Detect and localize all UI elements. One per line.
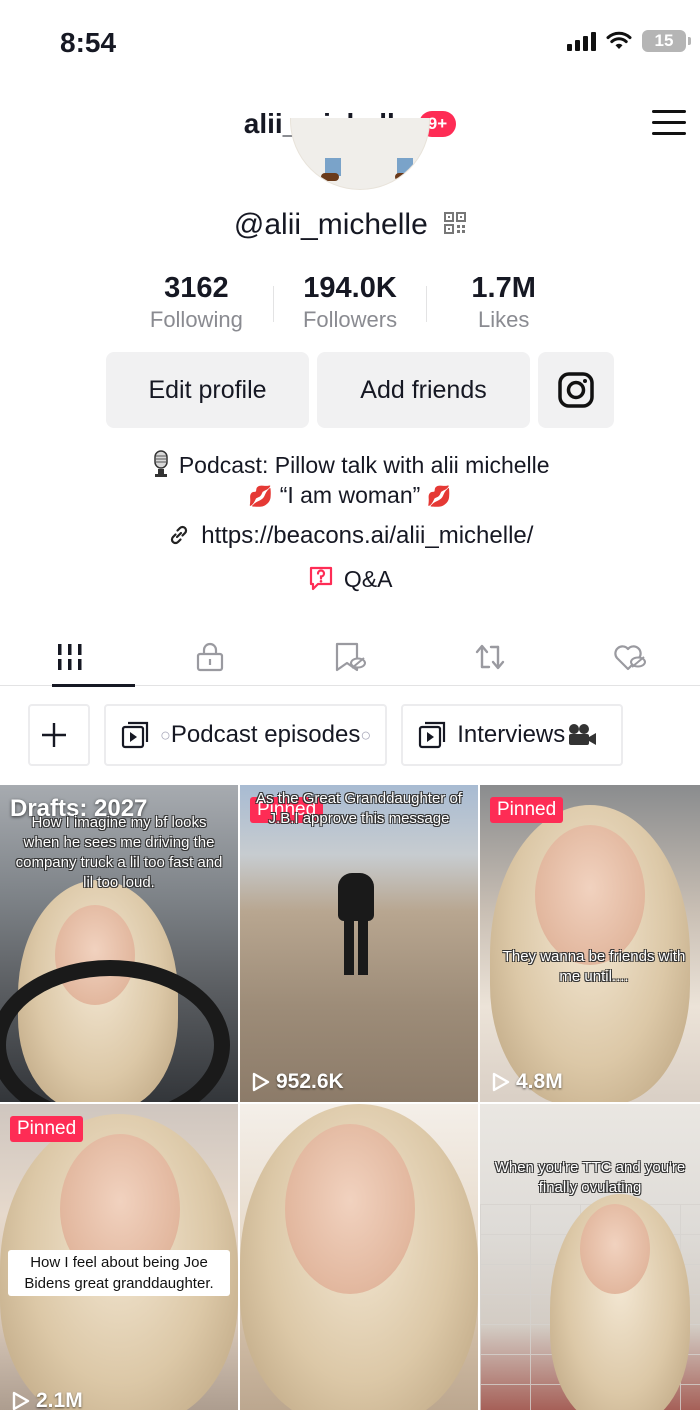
status-bar: 8:54 15 [0,0,700,88]
video-grid: Drafts: 2027 How I imagine my bf looks w… [0,785,700,1410]
video-thumbnail[interactable]: Pinned As the Great Granddaughter of J.B… [240,785,478,1102]
bubbles-icon: ○ [360,724,372,745]
lock-icon [196,642,224,672]
movie-camera-icon [569,724,597,745]
view-count-text: 952.6K [276,1070,344,1093]
pinned-badge: Pinned [10,1116,84,1142]
bio: Podcast: Pillow talk with alii michelle … [0,450,700,512]
grid-icon [58,644,82,670]
collection-label: Interviews [457,721,566,748]
bio-podcast-text: Podcast: Pillow talk with alii michelle [178,452,550,478]
stat-value: 3162 [164,272,229,304]
bubbles-icon: ○ [160,724,171,745]
video-thumbnail[interactable] [240,1104,478,1410]
bio-link-text: https://beacons.ai/alii_michelle/ [201,522,534,549]
profile-handle: @alii_michelle [233,208,428,241]
bio-link[interactable]: https://beacons.ai/alii_michelle/ [0,522,700,550]
tab-liked[interactable] [560,628,700,686]
bio-quote-text: “I am woman” [279,482,421,508]
view-count: 4.8M [492,1070,563,1094]
view-count: 952.6K [252,1070,344,1094]
question-icon [309,567,332,591]
stat-following[interactable]: 3162 Following [120,272,273,334]
plus-icon [42,723,66,747]
add-collection-button[interactable] [28,704,90,766]
pinned-badge: Pinned [490,797,564,823]
kiss-lips-icon: 💋 [248,486,274,508]
wifi-icon [606,31,632,49]
collection-label: Podcast episodes [170,721,361,748]
tab-videos[interactable] [0,628,140,687]
view-count: 2.1M [12,1389,83,1410]
edit-profile-button[interactable]: Edit profile [106,352,309,428]
video-caption: How I feel about being Joe Bidens great … [8,1250,230,1296]
stat-followers[interactable]: 194.0K Followers [274,272,427,334]
play-icon [252,1072,270,1092]
video-caption: How I imagine my bf looks when he sees m… [15,814,223,891]
video-thumbnail[interactable]: Drafts: 2027 How I imagine my bf looks w… [0,785,238,1102]
collection-interviews[interactable]: Interviews [401,704,624,766]
avatar[interactable] [290,118,430,190]
qr-code-icon[interactable] [444,212,467,235]
microphone-icon [154,450,169,477]
qa-link[interactable]: Q&A [0,566,700,593]
collection-podcast-episodes[interactable]: ○ Podcast episodes ○ [104,704,388,766]
add-friends-button[interactable]: Add friends [317,352,530,428]
video-caption: When you're TTC and you're finally ovula… [494,1159,686,1196]
video-thumbnail[interactable]: Pinned They wanna be friends with me unt… [480,785,700,1102]
view-count-text: 4.8M [516,1070,563,1093]
play-icon [492,1072,510,1092]
heart-hidden-icon [614,645,646,671]
repost-icon [475,644,505,670]
collections-bar: ○ Podcast episodes ○ Interviews [28,704,624,766]
stat-value: 1.7M [471,272,536,304]
play-icon [12,1391,30,1410]
view-count-text: 2.1M [36,1389,83,1410]
tab-private[interactable] [140,628,280,686]
bookmark-hidden-icon [335,642,366,672]
profile-tabs [0,628,700,687]
tab-reposts[interactable] [420,628,560,686]
stat-label: Followers [302,307,398,332]
video-thumbnail[interactable]: When you're TTC and you're finally ovula… [480,1104,700,1410]
bio-line-2: 💋 “I am woman” 💋 [0,480,700,512]
cellular-signal-icon [567,31,596,51]
menu-icon[interactable] [652,110,686,136]
battery-icon: 15 [642,30,691,52]
status-time: 8:54 [60,27,117,58]
profile-stats: 3162 Following 194.0K Followers 1.7M Lik… [120,272,580,334]
instagram-button[interactable] [538,352,614,428]
status-icons: 15 [567,30,691,52]
stat-value: 194.0K [303,272,397,304]
video-caption: As the Great Granddaughter of J.B.I appr… [256,790,462,827]
stat-likes[interactable]: 1.7M Likes [427,272,580,334]
instagram-icon [558,372,594,408]
tab-favorites[interactable] [280,628,420,686]
playlist-icon [419,721,446,749]
profile-handle-row: @alii_michelle [0,208,700,242]
bio-line-1: Podcast: Pillow talk with alii michelle [0,450,700,480]
kiss-lips-icon: 💋 [426,486,452,508]
profile-actions: Edit profile Add friends [106,352,614,428]
link-icon [170,525,187,544]
video-caption: They wanna be friends with me until.... [502,948,686,985]
video-thumbnail[interactable]: Pinned How I feel about being Joe Bidens… [0,1104,238,1410]
stat-label: Following [149,307,243,332]
stat-label: Likes [477,307,530,332]
playlist-icon [121,721,149,749]
qa-text: Q&A [343,566,393,592]
